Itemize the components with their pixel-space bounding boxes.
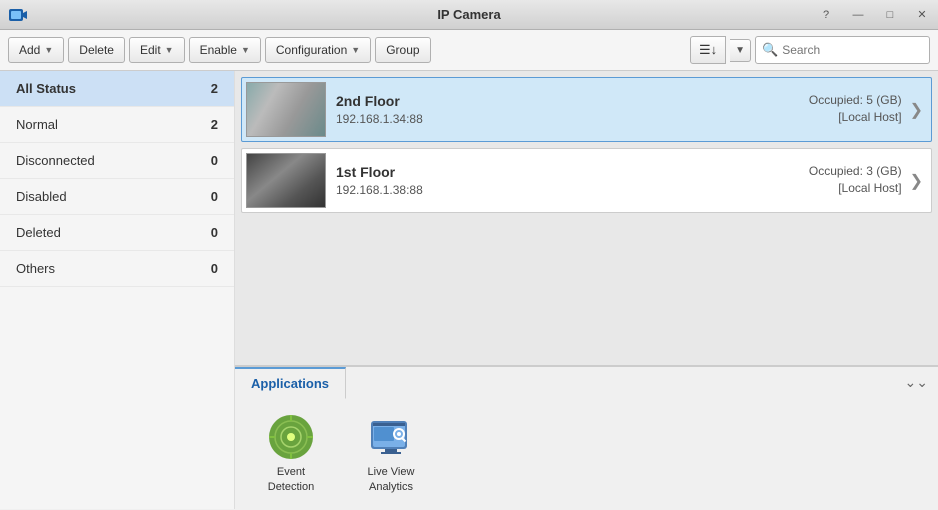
search-icon: 🔍 xyxy=(762,42,778,58)
enable-button[interactable]: Enable ▼ xyxy=(189,37,261,63)
title-bar: IP Camera ? — □ ✕ xyxy=(0,0,938,30)
edit-button[interactable]: Edit ▼ xyxy=(129,37,185,63)
main-layout: All Status 2 Normal 2 Disconnected 0 Dis… xyxy=(0,71,938,509)
app-icon xyxy=(8,5,28,25)
sidebar-item-disconnected[interactable]: Disconnected 0 xyxy=(0,143,234,179)
add-button[interactable]: Add ▼ xyxy=(8,37,64,63)
expand-camera-2[interactable]: ❯ xyxy=(910,171,923,191)
live-analytics-icon xyxy=(367,413,415,461)
camera-item-1st-floor[interactable]: 1st Floor 192.168.1.38:88 Occupied: 3 (G… xyxy=(241,148,932,213)
sidebar-item-all-status[interactable]: All Status 2 xyxy=(0,71,234,107)
live-analytics-label: Live View Analytics xyxy=(356,465,426,494)
sidebar-item-deleted[interactable]: Deleted 0 xyxy=(0,215,234,251)
sort-dropdown-arrow[interactable]: ▼ xyxy=(730,39,751,62)
content-area: 2nd Floor 192.168.1.34:88 Occupied: 5 (G… xyxy=(235,71,938,509)
camera-list: 2nd Floor 192.168.1.34:88 Occupied: 5 (G… xyxy=(235,71,938,365)
add-dropdown-arrow: ▼ xyxy=(44,45,53,55)
minimize-button[interactable]: — xyxy=(842,0,874,30)
camera-ip-1: 192.168.1.34:88 xyxy=(336,112,809,126)
applications-content: Event Detection xyxy=(235,398,938,509)
app-item-event-detection[interactable]: Event Detection xyxy=(251,408,331,499)
enable-dropdown-arrow: ▼ xyxy=(241,45,250,55)
config-dropdown-arrow: ▼ xyxy=(351,45,360,55)
sidebar: All Status 2 Normal 2 Disconnected 0 Dis… xyxy=(0,71,235,509)
applications-header: Applications ⌄⌄ xyxy=(235,367,938,398)
applications-tabs: Applications xyxy=(235,367,346,398)
configuration-button[interactable]: Configuration ▼ xyxy=(265,37,371,63)
applications-tab[interactable]: Applications xyxy=(235,367,346,399)
sidebar-item-others[interactable]: Others 0 xyxy=(0,251,234,287)
camera-thumb-1 xyxy=(246,82,326,137)
camera-info-2: 1st Floor 192.168.1.38:88 xyxy=(336,164,809,197)
camera-name-1: 2nd Floor xyxy=(336,93,809,109)
camera-meta-2: Occupied: 3 (GB) [Local Host] xyxy=(809,164,902,198)
sidebar-item-disabled[interactable]: Disabled 0 xyxy=(0,179,234,215)
close-button[interactable]: ✕ xyxy=(906,0,938,30)
event-detection-icon xyxy=(267,413,315,461)
help-button[interactable]: ? xyxy=(810,0,842,30)
app-item-live-analytics[interactable]: Live View Analytics xyxy=(351,408,431,499)
camera-item-2nd-floor[interactable]: 2nd Floor 192.168.1.34:88 Occupied: 5 (G… xyxy=(241,77,932,142)
search-wrapper: 🔍 xyxy=(755,36,930,64)
maximize-button[interactable]: □ xyxy=(874,0,906,30)
expand-camera-1[interactable]: ❯ xyxy=(910,100,923,120)
camera-ip-2: 192.168.1.38:88 xyxy=(336,183,809,197)
camera-name-2: 1st Floor xyxy=(336,164,809,180)
camera-info-1: 2nd Floor 192.168.1.34:88 xyxy=(336,93,809,126)
window-title: IP Camera xyxy=(437,7,500,22)
sidebar-item-normal[interactable]: Normal 2 xyxy=(0,107,234,143)
toolbar: Add ▼ Delete Edit ▼ Enable ▼ Configurati… xyxy=(0,30,938,71)
group-button[interactable]: Group xyxy=(375,37,430,63)
edit-dropdown-arrow: ▼ xyxy=(165,45,174,55)
window-controls: ? — □ ✕ xyxy=(810,0,938,29)
search-input[interactable] xyxy=(782,43,923,57)
sort-button[interactable]: ☰↓ xyxy=(690,36,726,64)
delete-button[interactable]: Delete xyxy=(68,37,125,63)
event-detection-label: Event Detection xyxy=(256,465,326,494)
applications-section: Applications ⌄⌄ xyxy=(235,365,938,509)
camera-thumb-2 xyxy=(246,153,326,208)
camera-meta-1: Occupied: 5 (GB) [Local Host] xyxy=(809,93,902,127)
applications-collapse-button[interactable]: ⌄⌄ xyxy=(895,368,938,397)
